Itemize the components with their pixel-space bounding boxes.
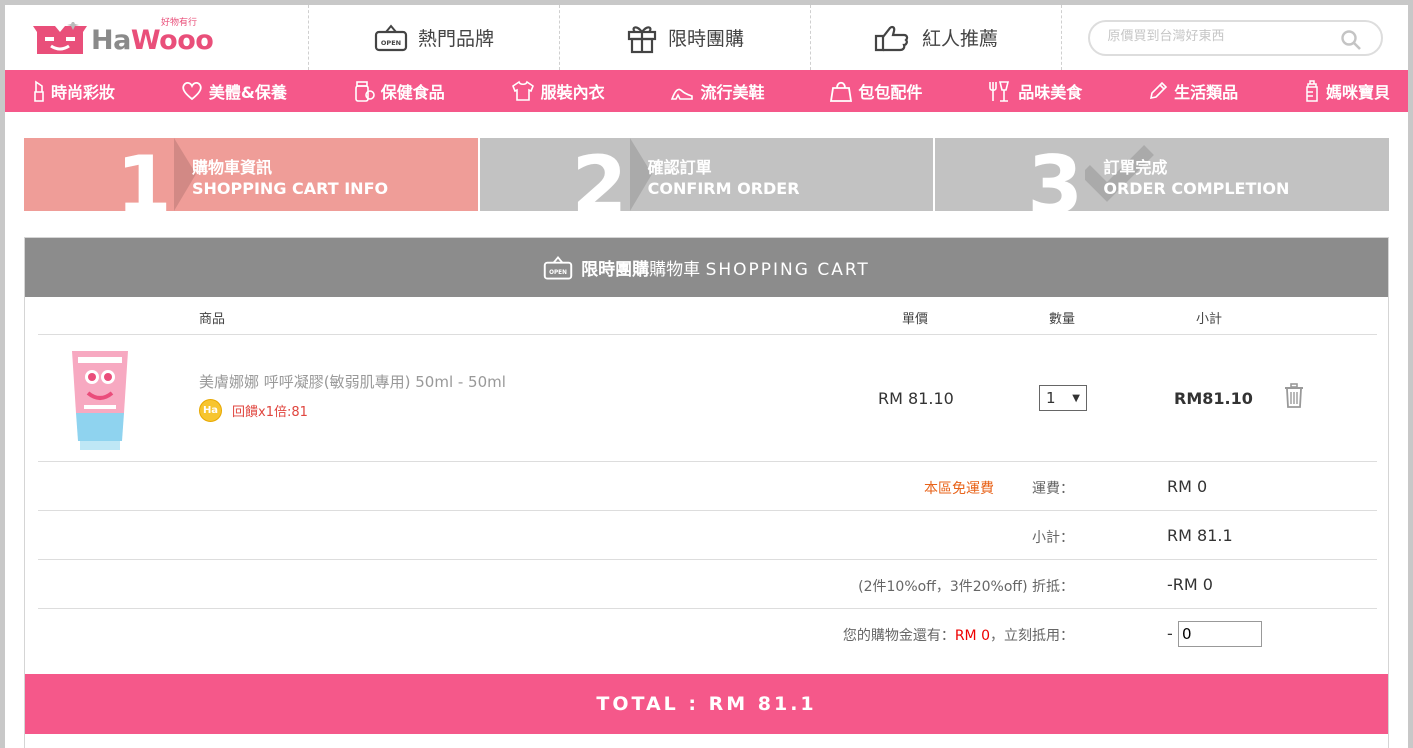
credit-input[interactable]: [1178, 621, 1262, 647]
column-subtotal: 小計: [1196, 312, 1223, 327]
category-clothing[interactable]: 服裝內衣: [511, 79, 605, 103]
quantity-select[interactable]: 1 ▼: [1039, 385, 1087, 411]
discount-value: -RM 0: [1167, 575, 1213, 594]
nav-influencer[interactable]: 紅人推薦: [810, 5, 1061, 70]
item-subtotal: RM81.10: [1174, 389, 1253, 408]
nav-influencer-label: 紅人推薦: [921, 28, 998, 50]
supplement-icon: [354, 81, 375, 102]
discount-label: (2件10%off，3件20%off) 折抵：: [858, 579, 1074, 595]
gift-icon: [627, 25, 657, 53]
column-quantity: 數量: [1049, 312, 1076, 327]
open-sign-icon: OPEN: [543, 255, 573, 280]
rebate-text: 回饋x1倍:81: [232, 405, 308, 420]
cart-title: 限時團購購物車 SHOPPING CART: [581, 260, 870, 280]
category-health-label: 保健食品: [380, 83, 445, 102]
nav-hot-brands-label: 熱門品牌: [417, 28, 494, 50]
nav-hot-brands[interactable]: OPEN 熱門品牌: [308, 5, 559, 70]
category-bags-label: 包包配件: [858, 83, 923, 102]
search-box: [1087, 19, 1383, 56]
step-cart-info: 1 購物車資訊 SHOPPING CART INFO: [24, 138, 478, 211]
product-name[interactable]: 美膚娜娜 呼呼凝膠(敏弱肌專用) 50ml - 50ml: [199, 371, 506, 392]
shopping-cart: OPEN 限時團購購物車 SHOPPING CART 商品 單價 數量 小計 美…: [24, 237, 1389, 748]
shirt-icon: [511, 80, 534, 101]
category-bags[interactable]: 包包配件: [830, 79, 922, 103]
step-number: 2: [571, 139, 628, 212]
free-shipping-note: 本區免運費: [924, 481, 994, 497]
credit-dash: -: [1167, 624, 1173, 643]
step-number: 3: [1027, 139, 1084, 212]
shipping-row: 本區免運費 運費： RM 0: [38, 462, 1377, 511]
baby-bottle-icon: [1306, 80, 1318, 102]
logo-text: HaWooo: [91, 25, 214, 56]
subtotal-value: RM 81.1: [1167, 526, 1233, 545]
step-title-en: CONFIRM ORDER: [647, 179, 800, 198]
category-shoes-label: 流行美鞋: [700, 83, 765, 102]
subtotal-row: 小計： RM 81.1: [38, 511, 1377, 560]
search-area: [1061, 5, 1408, 70]
step-title-zh: 確認訂單: [647, 158, 712, 177]
category-living-label: 生活類品: [1174, 83, 1239, 102]
pencil-icon: [1150, 81, 1168, 100]
bag-icon: [830, 81, 853, 102]
total-bar: TOTAL : RM 81.1: [25, 674, 1388, 734]
cart-column-headers: 商品 單價 數量 小計: [38, 297, 1377, 335]
shopping-credit-row: 您的購物金還有：RM 0，立刻抵用： -: [38, 609, 1377, 658]
step-order-completion: 3 訂單完成 ORDER COMPLETION: [935, 138, 1390, 212]
category-food-label: 品味美食: [1018, 83, 1083, 102]
quantity-value: 1: [1046, 389, 1056, 407]
credit-label: 您的購物金還有：RM 0，立刻抵用：: [842, 628, 1074, 644]
discount-row: (2件10%off，3件20%off) 折抵： -RM 0: [38, 560, 1377, 609]
caret-down-icon: ▼: [1072, 392, 1080, 404]
credit-amount: RM 0: [954, 628, 990, 644]
step-title-zh: 購物車資訊: [192, 158, 273, 177]
category-baby[interactable]: 媽咪寶貝: [1304, 79, 1390, 103]
nav-group-buy-label: 限時團購: [667, 28, 744, 50]
shipping-value: RM 0: [1167, 477, 1208, 496]
column-product: 商品: [199, 312, 226, 327]
rebate-info: Ha 回饋x1倍:81: [199, 399, 308, 422]
shipping-label: 運費：: [1032, 481, 1074, 497]
column-unit-price: 單價: [902, 312, 929, 327]
category-makeup[interactable]: 時尚彩妝: [33, 79, 115, 103]
cart-header: OPEN 限時團購購物車 SHOPPING CART: [25, 238, 1388, 297]
category-makeup-label: 時尚彩妝: [51, 83, 116, 102]
logo[interactable]: 好物有行 HaWooo: [5, 5, 308, 70]
category-bar: 時尚彩妝 美體&保養 保健食品 服裝內衣 流行美鞋 包包配件 品味美食 生活類品…: [5, 70, 1408, 112]
category-body-care[interactable]: 美體&保養: [181, 79, 287, 103]
step-title-en: SHOPPING CART INFO: [192, 179, 389, 198]
category-shoes[interactable]: 流行美鞋: [670, 79, 764, 103]
subtotal-label: 小計：: [1032, 530, 1074, 546]
svg-text:OPEN: OPEN: [381, 39, 401, 47]
nav-group-buy[interactable]: 限時團購: [559, 5, 810, 70]
lipstick-icon: [34, 80, 44, 102]
open-sign-icon: OPEN: [374, 23, 408, 51]
step-confirm-order: 2 確認訂單 CONFIRM ORDER: [479, 138, 934, 212]
checkout-steps: 1 購物車資訊 SHOPPING CART INFO 2 確認訂單 CONFIR…: [24, 138, 1390, 212]
category-clothing-label: 服裝內衣: [540, 83, 605, 102]
site-header: 好物有行 HaWooo OPEN 熱門品牌 限時團購 紅人推薦: [5, 5, 1408, 70]
step-title-en: ORDER COMPLETION: [1103, 179, 1290, 198]
heart-icon: [182, 81, 202, 101]
step-title-zh: 訂單完成: [1103, 158, 1168, 177]
unit-price: RM 81.10: [878, 389, 954, 408]
category-living[interactable]: 生活類品: [1148, 79, 1238, 103]
step-number: 1: [116, 139, 172, 212]
cart-item: 美膚娜娜 呼呼凝膠(敏弱肌專用) 50ml - 50ml Ha 回饋x1倍:81…: [38, 335, 1377, 462]
category-body-care-label: 美體&保養: [208, 83, 287, 102]
product-thumbnail[interactable]: [64, 349, 136, 451]
category-health[interactable]: 保健食品: [353, 79, 445, 103]
dining-icon: [989, 81, 1010, 102]
category-baby-label: 媽咪寶貝: [1325, 83, 1390, 102]
svg-text:OPEN: OPEN: [549, 270, 567, 276]
category-food[interactable]: 品味美食: [988, 79, 1082, 103]
search-input[interactable]: [1107, 28, 1328, 44]
heel-icon: [671, 88, 694, 100]
search-icon[interactable]: [1340, 29, 1361, 50]
thumbs-up-icon: [874, 25, 909, 51]
trash-icon[interactable]: [1284, 383, 1304, 409]
ha-coin-badge: Ha: [199, 399, 222, 422]
page: 好物有行 HaWooo OPEN 熱門品牌 限時團購 紅人推薦 時尚彩妝: [5, 5, 1408, 748]
logo-box-icon: [33, 22, 87, 54]
